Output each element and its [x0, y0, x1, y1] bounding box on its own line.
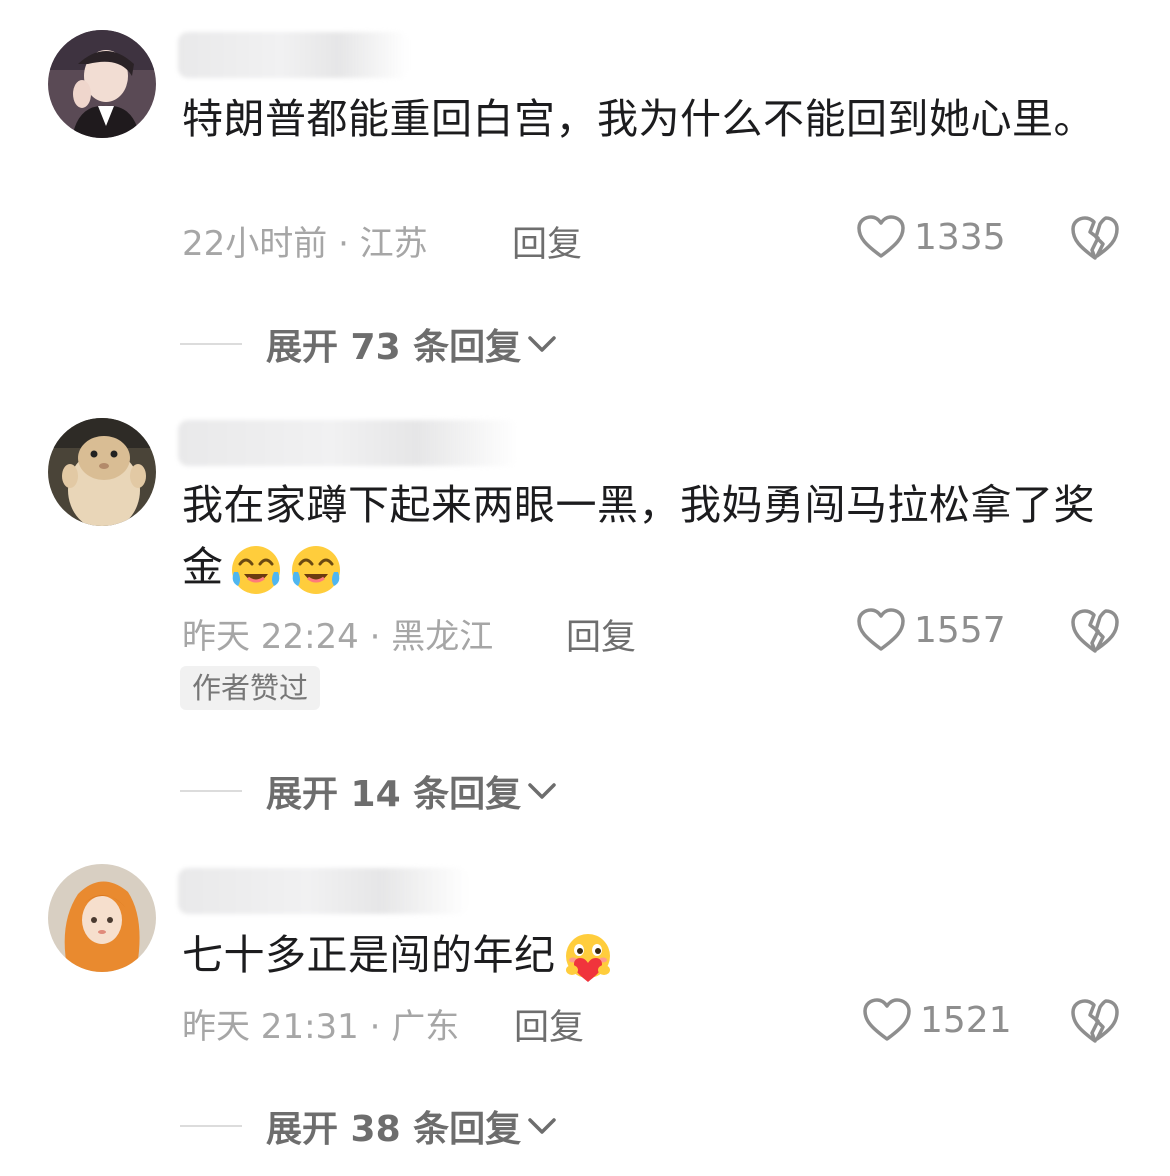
avatar[interactable] [48, 418, 156, 526]
divider-line [180, 343, 242, 345]
expand-replies-button[interactable]: 展开 38 条回复 [180, 1100, 557, 1152]
comment-time-location: 昨天 22:24 · 黑龙江 [182, 617, 494, 657]
like-count: 1521 [920, 999, 1012, 1041]
expand-replies-label: 展开 38 条回复 [266, 1109, 522, 1150]
comment-text: 我在家蹲下起来两眼一黑，我妈勇闯马拉松拿了奖金 [182, 474, 1102, 598]
like-button[interactable]: 1521 [862, 997, 1012, 1043]
username-blurred[interactable] [178, 32, 408, 78]
reply-button[interactable]: 回复 [566, 609, 636, 660]
avatar[interactable] [48, 30, 156, 138]
avatar-young-man-icon [48, 30, 156, 138]
expand-replies-button[interactable]: 展开 14 条回复 [180, 765, 557, 817]
author-liked-badge: 作者赞过 [180, 666, 321, 710]
heart-outline-icon [857, 608, 905, 651]
comment-time-location: 昨天 21:31 · 广东 [182, 1007, 460, 1047]
chevron-down-icon [528, 336, 556, 352]
like-button[interactable]: 1335 [856, 214, 1006, 260]
divider-line [180, 1125, 242, 1127]
crying-laughing-emoji [288, 542, 344, 598]
expand-replies-label: 展开 14 条回复 [266, 774, 522, 815]
comment-text: 七十多正是闯的年纪 [182, 924, 1102, 986]
comment-time-location: 22小时前 · 江苏 [182, 224, 428, 264]
heart-hug-emoji [560, 930, 616, 986]
crying-laughing-emoji [228, 542, 284, 598]
expand-replies-button[interactable]: 展开 73 条回复 [180, 318, 557, 370]
username-blurred[interactable] [178, 420, 518, 466]
like-count: 1335 [914, 216, 1006, 258]
avatar-orange-hair-girl-icon [48, 864, 156, 972]
chevron-down-icon [528, 1118, 556, 1134]
comment-text-content: 七十多正是闯的年纪 [182, 931, 556, 979]
reply-button[interactable]: 回复 [514, 999, 584, 1050]
heart-outline-icon [857, 215, 905, 258]
comment-text: 特朗普都能重回白宫，我为什么不能回到她心里。 [182, 95, 1095, 143]
expand-replies-label: 展开 73 条回复 [266, 327, 522, 368]
avatar[interactable] [48, 864, 156, 972]
like-button[interactable]: 1557 [856, 607, 1006, 653]
broken-heart-icon[interactable] [1070, 607, 1120, 655]
divider-line [180, 790, 242, 792]
broken-heart-icon[interactable] [1070, 997, 1120, 1045]
avatar-hamster-icon [48, 418, 156, 526]
like-count: 1557 [914, 609, 1006, 651]
username-blurred[interactable] [178, 868, 468, 914]
reply-button[interactable]: 回复 [512, 216, 582, 267]
chevron-down-icon [528, 783, 556, 799]
broken-heart-icon[interactable] [1070, 214, 1120, 262]
heart-outline-icon [863, 998, 911, 1041]
